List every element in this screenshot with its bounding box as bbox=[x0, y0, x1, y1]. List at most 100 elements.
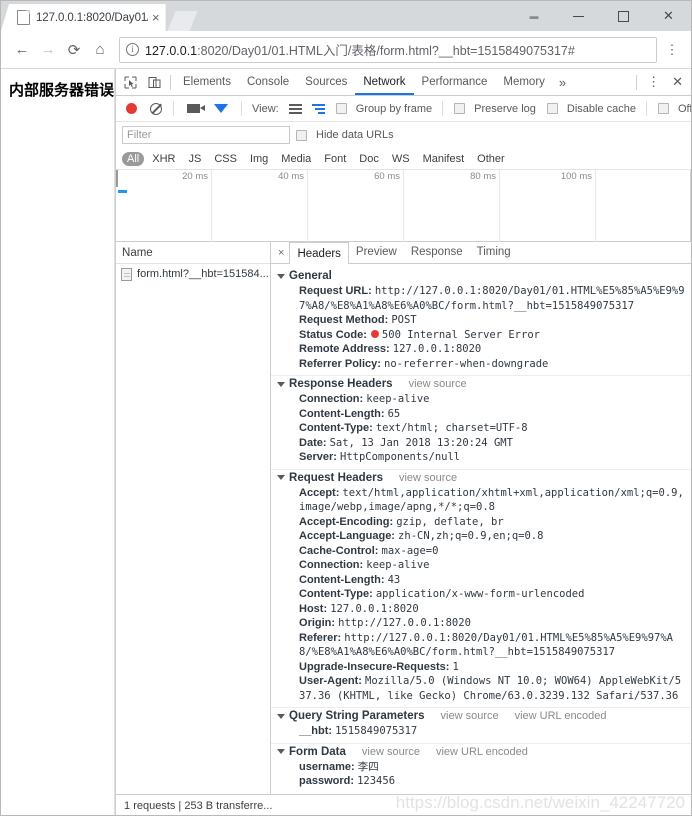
group-by-frame-label: Group by frame bbox=[355, 102, 433, 115]
waterfall-view-icon[interactable] bbox=[311, 103, 325, 114]
filter-row: Filter Hide data URLs bbox=[116, 122, 691, 148]
row-accept-language: Accept-Language: zh-CN,zh;q=0.9,en;q=0.8 bbox=[277, 529, 685, 544]
row-req-content-length: Content-Length: 43 bbox=[277, 573, 685, 588]
tab-title: 127.0.0.1:8020/Day01/0 bbox=[36, 11, 148, 24]
section-request-headers-title: Request Headers bbox=[289, 471, 383, 484]
key-user-agent: User-Agent: bbox=[299, 675, 362, 687]
type-chip-manifest[interactable]: Manifest bbox=[418, 152, 470, 166]
value-host: 127.0.0.1:8020 bbox=[330, 602, 419, 615]
key-req-content-type: Content-Type: bbox=[299, 588, 373, 600]
row-referer: Referer: http://127.0.0.1:8020/Day01/01.… bbox=[277, 631, 685, 660]
close-window-button[interactable]: ✕ bbox=[646, 1, 691, 31]
value-accept: text/html,application/xhtml+xml,applicat… bbox=[299, 486, 684, 514]
preserve-log-checkbox[interactable] bbox=[454, 103, 466, 114]
name-column-header[interactable]: Name bbox=[116, 242, 271, 264]
maximize-button[interactable] bbox=[601, 1, 646, 31]
chevron-down-icon bbox=[277, 475, 286, 480]
type-chip-xhr[interactable]: XHR bbox=[147, 152, 180, 166]
detail-tab-preview[interactable]: Preview bbox=[349, 242, 404, 263]
value-content-type: text/html; charset=UTF-8 bbox=[375, 422, 528, 434]
device-toolbar-icon[interactable] bbox=[142, 70, 166, 94]
devtools-menu-icon[interactable]: ⋮ bbox=[641, 74, 666, 90]
inspect-svg bbox=[124, 76, 137, 88]
tab-console[interactable]: Console bbox=[239, 69, 297, 95]
minimize-icon bbox=[573, 15, 584, 17]
tab-elements[interactable]: Elements bbox=[175, 69, 239, 95]
section-form-data-header[interactable]: Form Data view source view URL encoded bbox=[277, 746, 685, 758]
reload-button[interactable]: ⟳ bbox=[61, 37, 87, 63]
detail-tabbar: × Headers Preview Response Timing bbox=[271, 242, 691, 264]
section-response-headers-header[interactable]: Response Headers view source bbox=[277, 378, 685, 390]
query-view-url-encoded-link[interactable]: view URL encoded bbox=[515, 710, 607, 722]
minimize-button[interactable] bbox=[556, 1, 601, 31]
screenshot-camera-icon[interactable] bbox=[187, 104, 206, 113]
type-chip-ws[interactable]: WS bbox=[387, 152, 415, 166]
record-icon[interactable] bbox=[126, 103, 138, 114]
timeline-end-divider bbox=[690, 170, 691, 242]
value-content-length: 65 bbox=[387, 407, 401, 420]
site-info-icon[interactable]: i bbox=[126, 43, 139, 56]
response-view-source-link[interactable]: view source bbox=[409, 378, 467, 390]
hide-data-urls-checkbox[interactable] bbox=[296, 129, 308, 141]
request-list-column: Name form.html?__hbt=151584... bbox=[116, 242, 272, 794]
detail-tab-timing[interactable]: Timing bbox=[470, 242, 518, 263]
table-row[interactable]: form.html?__hbt=151584... bbox=[116, 264, 270, 284]
tick-40ms: 40 ms bbox=[278, 171, 305, 182]
row-date: Date: Sat, 13 Jan 2018 13:20:24 GMT bbox=[277, 436, 685, 451]
tab-memory[interactable]: Memory bbox=[495, 69, 553, 95]
value-status-code: 500 Internal Server Error bbox=[381, 328, 540, 341]
form-view-url-encoded-link[interactable]: view URL encoded bbox=[436, 746, 528, 758]
disable-cache-checkbox[interactable] bbox=[546, 103, 558, 114]
tab-sources[interactable]: Sources bbox=[297, 69, 355, 95]
devtools-close-icon[interactable]: ✕ bbox=[666, 74, 689, 90]
type-chip-img[interactable]: Img bbox=[245, 152, 273, 166]
type-chip-css[interactable]: CSS bbox=[209, 152, 242, 166]
value-connection: keep-alive bbox=[366, 393, 430, 405]
network-overview-timeline[interactable]: 20 ms 40 ms 60 ms 80 ms 100 ms bbox=[116, 170, 691, 242]
section-query-string-header[interactable]: Query String Parameters view source view… bbox=[277, 710, 685, 722]
clear-icon[interactable] bbox=[150, 102, 163, 115]
more-icon[interactable]: ▬ bbox=[511, 1, 556, 31]
section-general-header[interactable]: General bbox=[277, 270, 685, 282]
section-general-title: General bbox=[289, 270, 332, 282]
row-hbt-param: __hbt: 1515849075317 bbox=[277, 724, 685, 739]
inspect-element-icon[interactable] bbox=[118, 70, 142, 94]
filter-input[interactable]: Filter bbox=[122, 126, 291, 144]
offline-checkbox[interactable] bbox=[658, 103, 669, 114]
detail-tab-response[interactable]: Response bbox=[404, 242, 470, 263]
chevron-down-icon bbox=[277, 273, 286, 279]
group-by-frame-checkbox[interactable] bbox=[335, 103, 347, 114]
type-chip-js[interactable]: JS bbox=[183, 152, 206, 166]
tab-performance[interactable]: Performance bbox=[414, 69, 496, 95]
type-chip-doc[interactable]: Doc bbox=[354, 152, 384, 166]
type-chip-media[interactable]: Media bbox=[276, 152, 316, 166]
back-button[interactable]: ← bbox=[9, 37, 35, 63]
close-icon[interactable]: × bbox=[152, 11, 160, 24]
type-chip-other[interactable]: Other bbox=[472, 152, 510, 166]
row-request-url: Request URL: http://127.0.0.1:8020/Day01… bbox=[277, 284, 685, 313]
more-panels-icon[interactable]: » bbox=[553, 75, 572, 90]
form-view-source-link[interactable]: view source bbox=[362, 746, 420, 758]
type-chip-font[interactable]: Font bbox=[319, 152, 351, 166]
content-area: 内部服务器错误 Elements Console Sources Network… bbox=[1, 69, 691, 815]
key-accept: Accept: bbox=[299, 486, 340, 499]
list-view-icon[interactable] bbox=[288, 103, 302, 114]
address-bar[interactable]: i 127.0.0.1:8020/Day01/01.HTML入门/表格/form… bbox=[119, 36, 657, 63]
home-button[interactable]: ⌂ bbox=[87, 37, 113, 63]
tick-20ms: 20 ms bbox=[182, 171, 209, 182]
new-tab-button[interactable] bbox=[168, 11, 198, 31]
detail-tab-headers[interactable]: Headers bbox=[289, 242, 349, 264]
value-referrer-policy: no-referrer-when-downgrade bbox=[384, 357, 549, 370]
tab-network[interactable]: Network bbox=[355, 69, 413, 95]
type-chip-all[interactable]: All bbox=[122, 151, 145, 166]
forward-button[interactable]: → bbox=[35, 37, 61, 63]
hide-data-urls-label: Hide data URLs bbox=[316, 129, 394, 141]
browser-menu-icon[interactable]: ⋮ bbox=[661, 37, 683, 63]
filter-funnel-icon[interactable] bbox=[214, 104, 229, 113]
key-req-content-length: Content-Length: bbox=[299, 573, 385, 586]
request-view-source-link[interactable]: view source bbox=[399, 472, 457, 484]
section-request-headers-header[interactable]: Request Headers view source bbox=[277, 472, 685, 484]
close-detail-icon[interactable]: × bbox=[273, 247, 289, 259]
browser-tab[interactable]: 127.0.0.1:8020/Day01/0 × bbox=[1, 4, 166, 31]
query-view-source-link[interactable]: view source bbox=[441, 710, 499, 722]
